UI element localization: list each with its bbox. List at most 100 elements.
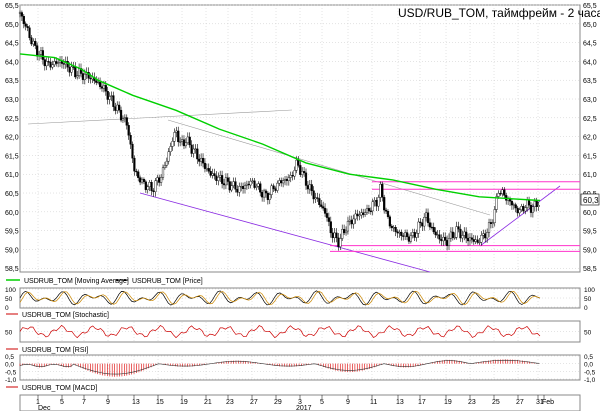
price-y-tick-left: 61,0 <box>5 172 19 179</box>
candle-body <box>68 66 71 73</box>
candle-body <box>274 188 277 191</box>
candle-body <box>466 237 470 242</box>
candle-body <box>384 209 388 212</box>
candle-body <box>100 86 104 89</box>
candle-body <box>343 229 346 234</box>
candle-body <box>200 157 203 162</box>
candle-body <box>428 222 432 228</box>
candle-body <box>308 184 311 190</box>
candle-body <box>283 178 287 181</box>
candle-body <box>386 211 390 217</box>
macd-plot-area <box>19 354 581 381</box>
candle-body <box>41 50 44 60</box>
candle-body <box>463 231 466 236</box>
candle-body <box>375 200 378 207</box>
candle-body <box>407 236 411 242</box>
candle-body <box>62 63 65 65</box>
price-y-tick-right: 64,0 <box>583 59 597 66</box>
candle-body <box>121 118 125 121</box>
candle-body <box>282 180 285 184</box>
candle-body <box>409 235 412 242</box>
candle-body <box>346 221 350 232</box>
candle-body <box>337 237 340 247</box>
price-y-tick-right: 65,0 <box>583 22 597 29</box>
candle-body <box>280 180 283 184</box>
candle-body <box>144 181 147 190</box>
candle-body <box>289 175 292 178</box>
candle-body <box>396 231 399 234</box>
candle-body <box>354 213 357 220</box>
candle-body <box>383 197 386 211</box>
price-y-tick-right: 64,5 <box>583 41 597 48</box>
price-y-tick-left: 60,5 <box>5 191 19 198</box>
candle-body <box>119 109 123 121</box>
candle-body <box>526 199 529 208</box>
indicator-y-tick-right: -0,5 <box>584 369 596 376</box>
candle-body <box>276 182 279 191</box>
candle-body <box>436 234 439 236</box>
candle-body <box>304 172 308 186</box>
candle-body <box>131 143 134 159</box>
indicator-y-tick-right: 50 <box>584 330 592 337</box>
candle-body <box>295 159 298 171</box>
candle-body <box>482 233 485 236</box>
price-y-tick-right: 58,5 <box>583 266 597 273</box>
candle-body <box>167 151 170 162</box>
candle-body <box>142 179 146 182</box>
candle-body <box>146 186 149 190</box>
candle-body <box>497 193 500 197</box>
candle-body <box>518 209 521 214</box>
candle-body <box>247 183 250 186</box>
candle-body <box>331 232 334 238</box>
candle-body <box>438 234 441 240</box>
candle-body <box>312 190 315 200</box>
candle-body <box>510 200 514 206</box>
candle-body <box>98 81 102 87</box>
date-tick-label: 13 <box>132 399 140 406</box>
price-y-tick-right: 62,5 <box>583 116 597 123</box>
candle-body <box>362 212 365 215</box>
candle-body <box>400 231 403 236</box>
candle-body <box>257 183 260 187</box>
candle-body <box>201 157 205 164</box>
candle-body <box>179 141 182 143</box>
candle-body <box>241 186 245 189</box>
candle-body <box>39 50 43 55</box>
candle-body <box>211 173 214 176</box>
candle-body <box>339 238 342 247</box>
indicator-y-tick-left: 50 <box>5 296 13 303</box>
candle-body <box>356 213 359 217</box>
indicator-y-tick-left: -1,0 <box>5 377 17 384</box>
candle-body <box>49 61 52 68</box>
candle-body <box>390 225 393 229</box>
candle-body <box>398 231 401 234</box>
candle-body <box>457 226 460 230</box>
candle-body <box>489 222 493 224</box>
indicator-y-tick-left: 0 <box>5 305 9 312</box>
candle-body <box>440 238 443 242</box>
candle-body <box>53 61 56 66</box>
candle-body <box>133 157 136 172</box>
candle-body <box>226 177 229 182</box>
date-tick-label: 11 <box>370 399 377 406</box>
date-tick-label: 23 <box>226 399 234 406</box>
candle-body <box>520 206 523 210</box>
candle-body <box>234 181 237 190</box>
candle-body <box>57 62 60 64</box>
candle-body <box>36 45 39 57</box>
candle-body <box>365 208 369 213</box>
candle-body <box>344 230 348 234</box>
candle-body <box>426 212 430 223</box>
candle-body <box>302 171 306 174</box>
candle-body <box>169 146 172 152</box>
candle-body <box>236 189 239 193</box>
candle-body <box>213 173 216 177</box>
candle-body <box>222 183 226 186</box>
candle-body <box>22 15 25 25</box>
candle-body <box>152 190 155 193</box>
price-y-tick-right: 59,5 <box>583 229 597 236</box>
candle-body <box>125 117 128 126</box>
candle-body <box>205 168 208 170</box>
candle-body <box>278 180 281 184</box>
candle-body <box>55 61 58 64</box>
